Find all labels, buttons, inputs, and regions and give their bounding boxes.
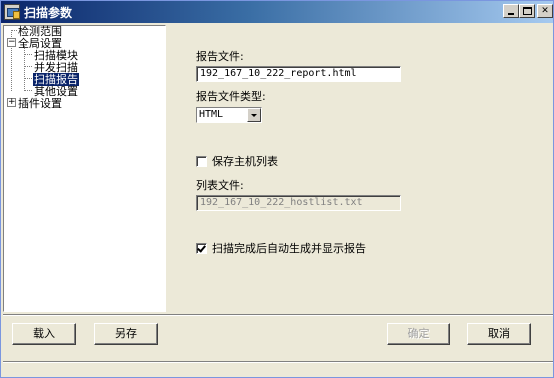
close-button[interactable]: ✕ [537, 4, 553, 18]
divider [3, 314, 553, 316]
report-type-select[interactable]: HTML [196, 107, 262, 123]
list-file-label: 列表文件: [196, 179, 244, 192]
settings-tree: 检测范围 − 全局设置 扫描模块 并发扫描 扫描报告 其他设置 + 插件设置 [3, 25, 166, 312]
report-type-value: HTML [199, 109, 224, 120]
maximize-button[interactable] [519, 4, 535, 18]
auto-generate-report-checkbox[interactable] [196, 243, 207, 254]
tree-line [24, 78, 32, 79]
expand-toggle-icon[interactable]: + [7, 98, 16, 107]
cancel-button[interactable]: 取消 [467, 323, 531, 345]
chevron-down-icon [251, 114, 257, 117]
minimize-icon [508, 13, 514, 15]
report-file-input[interactable]: 192_167_10_222_report.html [196, 66, 401, 82]
load-button[interactable]: 载入 [12, 323, 76, 345]
report-type-label: 报告文件类型: [196, 90, 266, 103]
collapse-toggle-icon[interactable]: − [7, 38, 16, 47]
minimize-button[interactable] [503, 4, 519, 18]
tree-item-label: 插件设置 [18, 97, 62, 110]
tree-line [24, 46, 25, 91]
tree-item-plugin-settings[interactable]: 插件设置 [18, 98, 62, 110]
report-file-label: 报告文件: [196, 50, 244, 63]
window-title: 扫描参数 [24, 6, 73, 20]
app-icon [4, 4, 20, 20]
save-as-button[interactable]: 另存 [94, 323, 158, 345]
save-host-list-checkbox[interactable] [196, 156, 207, 167]
tree-line [24, 90, 32, 91]
dropdown-button[interactable] [247, 108, 261, 122]
report-settings-panel: 报告文件: 192_167_10_222_report.html 报告文件类型:… [168, 25, 552, 312]
list-file-input[interactable]: 192_167_10_222_hostlist.txt [196, 195, 401, 211]
tree-line [24, 54, 32, 55]
status-divider [3, 361, 553, 363]
close-icon: ✕ [541, 6, 549, 16]
maximize-icon [523, 7, 532, 15]
ok-button[interactable]: 确定 [387, 323, 450, 345]
tree-line [24, 66, 32, 67]
scan-parameters-window: 扫描参数 ✕ 检测范围 − 全局设置 扫描模块 并发扫描 扫描报告 其他设置 +… [0, 0, 554, 378]
title-bar[interactable]: 扫描参数 ✕ [1, 1, 553, 23]
tree-line [11, 30, 17, 31]
auto-generate-report-label: 扫描完成后自动生成并显示报告 [212, 242, 366, 255]
save-host-list-label: 保存主机列表 [212, 155, 278, 168]
